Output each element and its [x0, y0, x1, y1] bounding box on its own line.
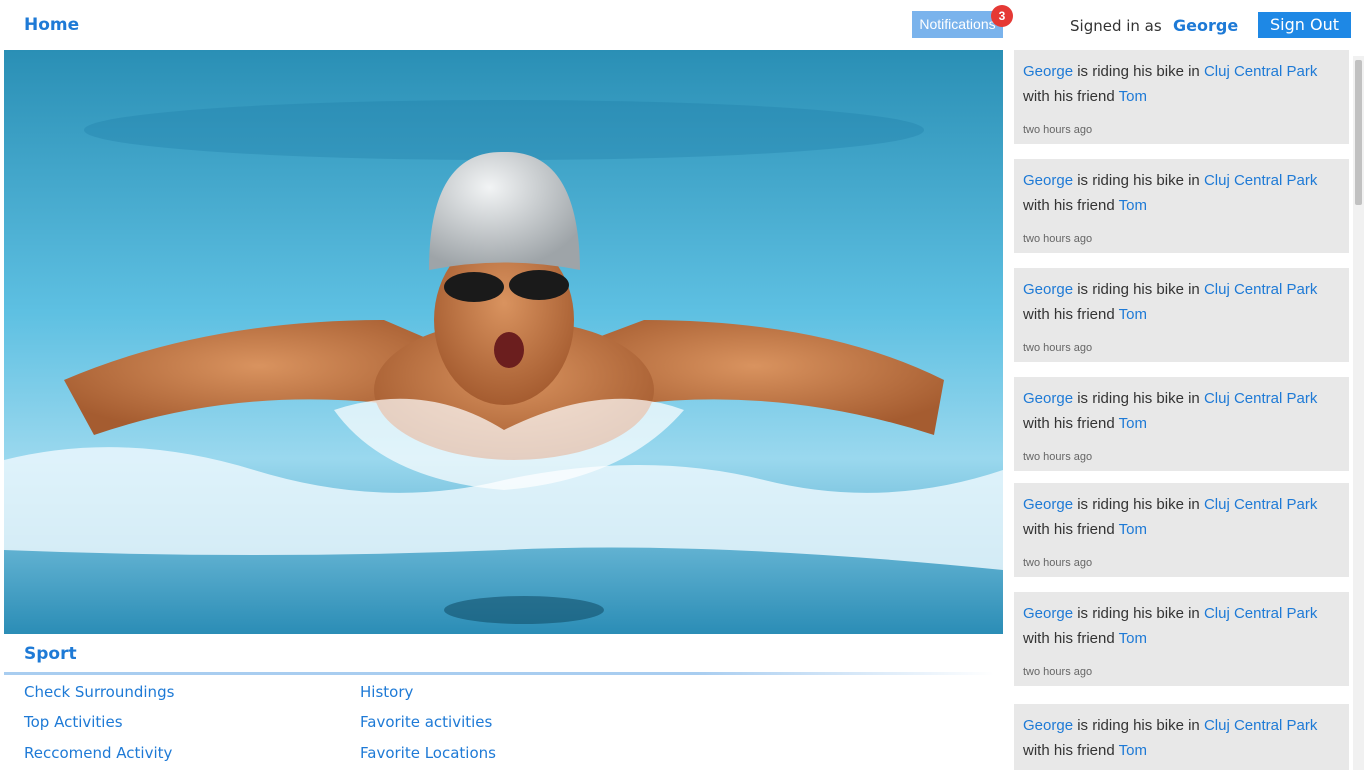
feed-item: George is riding his bike in Cluj Centra…	[1014, 483, 1349, 577]
feed-with: with his friend	[1023, 415, 1115, 432]
feed-timestamp: two hours ago	[1023, 124, 1093, 136]
feed-with: with his friend	[1023, 197, 1115, 214]
feed-verb: is riding his bike in	[1077, 281, 1200, 298]
swimmer-illustration	[4, 50, 1003, 634]
home-link[interactable]: Home	[24, 15, 79, 35]
feed-timestamp: two hours ago	[1023, 451, 1093, 463]
notifications-count-badge: 3	[991, 5, 1013, 27]
feed-place-link[interactable]: Cluj Central Park	[1204, 390, 1317, 407]
sign-out-button[interactable]: Sign Out	[1258, 12, 1351, 38]
feed-verb: is riding his bike in	[1077, 717, 1200, 734]
feed-item: George is riding his bike in Cluj Centra…	[1014, 159, 1349, 253]
notifications-button[interactable]: Notifications	[912, 11, 1003, 38]
feed-user-link[interactable]: George	[1023, 605, 1073, 622]
sport-divider	[4, 672, 994, 675]
feed-friend-link[interactable]: Tom	[1119, 306, 1147, 323]
top-activities-link[interactable]: Top Activities	[24, 713, 123, 731]
feed-verb: is riding his bike in	[1077, 63, 1200, 80]
feed-place-link[interactable]: Cluj Central Park	[1204, 172, 1317, 189]
feed-friend-link[interactable]: Tom	[1119, 88, 1147, 105]
feed-place-link[interactable]: Cluj Central Park	[1204, 605, 1317, 622]
feed-friend-link[interactable]: Tom	[1119, 742, 1147, 759]
feed-with: with his friend	[1023, 306, 1115, 323]
feed-item: George is riding his bike in Cluj Centra…	[1014, 377, 1349, 471]
feed-friend-link[interactable]: Tom	[1119, 197, 1147, 214]
feed-user-link[interactable]: George	[1023, 496, 1073, 513]
feed-timestamp: two hours ago	[1023, 342, 1093, 354]
feed-place-link[interactable]: Cluj Central Park	[1204, 717, 1317, 734]
favorite-locations-link[interactable]: Favorite Locations	[360, 744, 496, 762]
feed-verb: is riding his bike in	[1077, 390, 1200, 407]
username-link[interactable]: George	[1173, 16, 1238, 35]
feed-user-link[interactable]: George	[1023, 717, 1073, 734]
feed-place-link[interactable]: Cluj Central Park	[1204, 496, 1317, 513]
feed-user-link[interactable]: George	[1023, 390, 1073, 407]
sport-section-title: Sport	[24, 644, 77, 664]
feed-user-link[interactable]: George	[1023, 281, 1073, 298]
activity-feed: George is riding his bike in Cluj Centra…	[1014, 50, 1350, 770]
favorite-activities-link[interactable]: Favorite activities	[360, 713, 492, 731]
hero-swimmer-image	[4, 50, 1003, 634]
feed-item: George is riding his bike in Cluj Centra…	[1014, 268, 1349, 362]
feed-timestamp: two hours ago	[1023, 233, 1093, 245]
feed-friend-link[interactable]: Tom	[1119, 630, 1147, 647]
feed-friend-link[interactable]: Tom	[1119, 415, 1147, 432]
feed-user-link[interactable]: George	[1023, 172, 1073, 189]
feed-with: with his friend	[1023, 742, 1115, 759]
feed-item: George is riding his bike in Cluj Centra…	[1014, 50, 1349, 144]
feed-item: George is riding his bike in Cluj Centra…	[1014, 704, 1349, 770]
feed-place-link[interactable]: Cluj Central Park	[1204, 63, 1317, 80]
recommend-activity-link[interactable]: Reccomend Activity	[24, 744, 172, 762]
feed-user-link[interactable]: George	[1023, 63, 1073, 80]
feed-with: with his friend	[1023, 521, 1115, 538]
top-navbar: Home Notifications 3 Signed in as George…	[0, 0, 1370, 50]
signed-in-label: Signed in as	[1070, 17, 1162, 35]
feed-item: George is riding his bike in Cluj Centra…	[1014, 592, 1349, 686]
feed-with: with his friend	[1023, 630, 1115, 647]
feed-timestamp: two hours ago	[1023, 557, 1093, 569]
check-surroundings-link[interactable]: Check Surroundings	[24, 683, 174, 701]
feed-with: with his friend	[1023, 88, 1115, 105]
feed-scrollbar-thumb[interactable]	[1355, 60, 1362, 205]
history-link[interactable]: History	[360, 683, 413, 701]
feed-place-link[interactable]: Cluj Central Park	[1204, 281, 1317, 298]
feed-verb: is riding his bike in	[1077, 172, 1200, 189]
feed-timestamp: two hours ago	[1023, 666, 1093, 678]
feed-verb: is riding his bike in	[1077, 605, 1200, 622]
feed-friend-link[interactable]: Tom	[1119, 521, 1147, 538]
feed-verb: is riding his bike in	[1077, 496, 1200, 513]
